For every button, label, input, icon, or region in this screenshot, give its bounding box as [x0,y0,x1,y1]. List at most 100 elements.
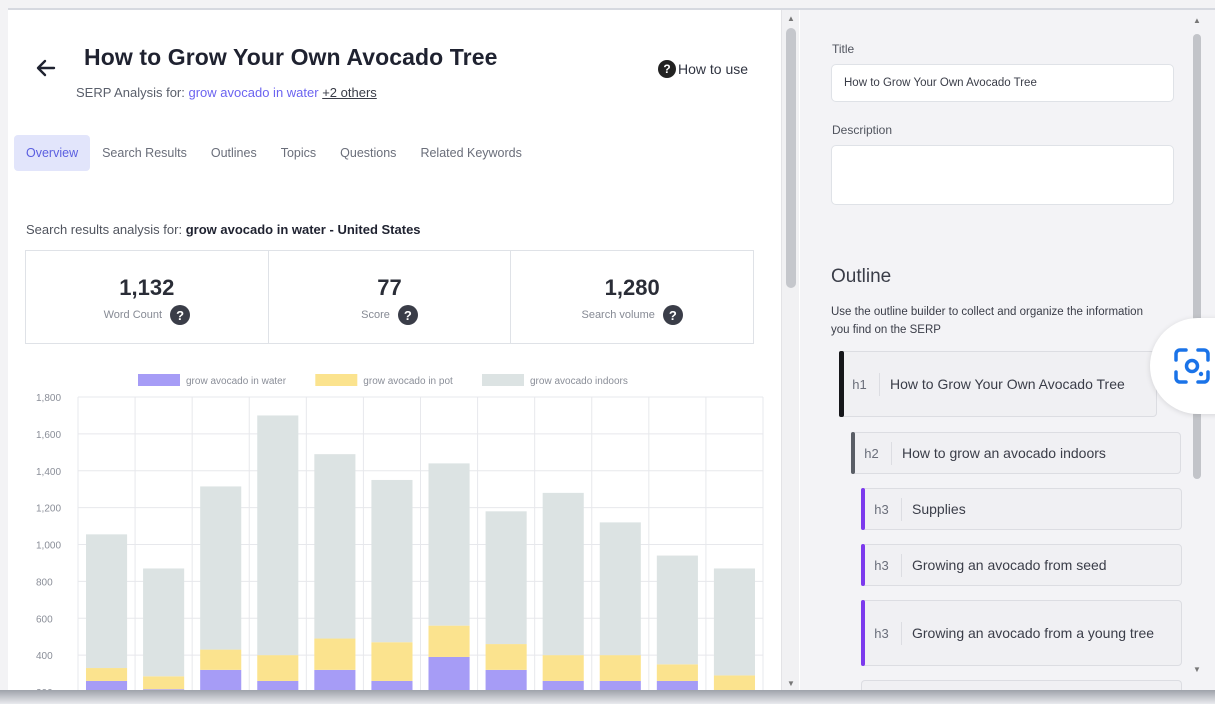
y-tick-label: 1,000 [36,541,61,552]
scroll-up-icon[interactable]: ▲ [787,14,795,23]
app-window: How to Grow Your Own Avocado Tree SERP A… [8,8,1215,690]
bar-segment[interactable] [371,479,413,643]
outline-text: Growing an avocado from seed [912,557,1107,573]
outline-item-h1[interactable]: h1 How to Grow Your Own Avocado Tree [839,351,1157,417]
bar-segment[interactable] [656,664,698,681]
stat-search-volume: 1,280 Search volume ? [511,251,753,343]
bar-segment[interactable] [85,680,128,690]
outline-level-bar [839,351,844,417]
scroll-up-icon[interactable]: ▲ [1193,16,1201,25]
stats-row: 1,132 Word Count ? 77 Score ? 1,280 Sear… [25,250,754,344]
title-label: Title [832,42,855,56]
outline-item-h3[interactable]: h3 Growing an avocado from seed [861,544,1182,586]
legend-swatch [138,374,180,386]
outline-help-text: Use the outline builder to collect and o… [831,306,1143,336]
tab-overview[interactable]: Overview [14,135,91,171]
stat-score: 77 Score ? [269,251,512,343]
stat-label-row: Word Count ? [26,305,268,325]
y-tick-label: 1,800 [36,393,61,404]
serp-subtitle: SERP Analysis for: grow avocado in water… [76,85,377,100]
outline-level-bar [851,432,855,474]
tab-related-keywords[interactable]: Related Keywords [408,135,533,171]
outline-item-h2[interactable]: h2 How to grow an avocado indoors [851,432,1181,474]
how-to-use-label: How to use [678,61,749,77]
outline-item-h3[interactable]: h3 Supplies [861,488,1182,530]
bar-segment[interactable] [257,680,299,690]
bar-segment[interactable] [485,511,527,645]
serp-others-link[interactable]: +2 others [322,85,377,100]
outline-level: h3 [862,497,902,521]
bar-segment[interactable] [542,680,584,690]
question-circle-icon[interactable]: ? [662,305,683,325]
title-input[interactable]: How to Grow Your Own Avocado Tree [831,64,1174,102]
bar-segment[interactable] [542,492,584,656]
outline-level: h2 [852,441,892,465]
tab-outlines[interactable]: Outlines [199,135,269,171]
tab-bar: Overview Search Results Outlines Topics … [14,135,534,171]
bar-segment[interactable] [314,454,356,639]
description-input[interactable] [831,145,1174,205]
y-tick-label: 800 [36,577,53,588]
tab-questions[interactable]: Questions [328,135,408,171]
outline-item-h3[interactable]: h3 Growing an avocado from a young tree [861,600,1182,666]
description-label: Description [832,123,893,137]
analysis-prefix: Search results analysis for: [26,222,183,237]
analysis-panel: How to Grow Your Own Avocado Tree SERP A… [8,10,780,690]
serp-keyword-link[interactable]: grow avocado in water [189,85,319,100]
bar-segment[interactable] [314,638,356,670]
bar-segment[interactable] [713,675,756,690]
keyword-volume-chart: grow avocado in water grow avocado in pot… [36,374,764,690]
legend-swatch [482,374,524,386]
scroll-down-icon[interactable]: ▼ [1193,665,1201,674]
bar-segment[interactable] [542,655,584,681]
y-tick-label: 600 [36,614,53,625]
bar-segment[interactable] [200,486,242,650]
bar-segment[interactable] [200,669,242,690]
bar-segment[interactable] [656,555,698,665]
left-scrollbar[interactable]: ▲ ▼ [781,10,799,690]
bar-segment[interactable] [713,568,756,676]
bar-segment[interactable] [428,463,470,626]
bar-segment[interactable] [143,676,185,690]
outline-level: h1 [840,372,880,396]
bar-segment[interactable] [257,415,299,656]
outline-text: How to Grow Your Own Avocado Tree [890,376,1125,392]
question-circle-icon[interactable]: ? [397,305,418,325]
legend-label: grow avocado in water [186,376,287,387]
bar-segment[interactable] [428,625,470,657]
bar-segment[interactable] [656,680,698,690]
tab-search-results[interactable]: Search Results [90,135,199,171]
scroll-thumb[interactable] [786,28,796,288]
analysis-region: United States [337,222,421,237]
stat-label: Search volume [581,309,655,321]
bar-segment[interactable] [599,522,641,656]
y-tick-label: 1,600 [36,430,61,441]
bar-segment[interactable] [599,655,641,681]
outline-heading: Outline [831,266,892,287]
bar-segment[interactable] [85,534,128,669]
camera-lens-icon [1174,348,1210,384]
bar-segment[interactable] [200,649,242,670]
bar-segment[interactable] [428,656,470,690]
bar-segment[interactable] [371,680,413,690]
outline-text: Growing an avocado from a young tree [912,625,1155,641]
outline-text: Supplies [912,501,966,517]
stat-label: Word Count [103,309,163,321]
bar-segment[interactable] [143,568,185,677]
bar-segment[interactable] [371,642,413,681]
outline-level: h3 [862,621,902,645]
scroll-down-icon[interactable]: ▼ [787,679,795,688]
bar-segment[interactable] [485,669,527,690]
question-circle-icon[interactable]: ? [170,305,191,325]
tab-topics[interactable]: Topics [269,135,328,171]
how-to-use-link[interactable]: ? How to use [658,60,748,78]
bar-segment[interactable] [599,680,641,690]
bar-segment[interactable] [85,668,128,681]
legend-label: grow avocado indoors [530,376,628,387]
stat-value: 1,132 [119,275,175,300]
bar-segment[interactable] [485,644,527,670]
bar-segment[interactable] [314,669,356,690]
outline-item-partial[interactable] [861,680,1182,690]
bar-segment[interactable] [257,655,299,681]
back-arrow-icon[interactable] [34,56,58,80]
